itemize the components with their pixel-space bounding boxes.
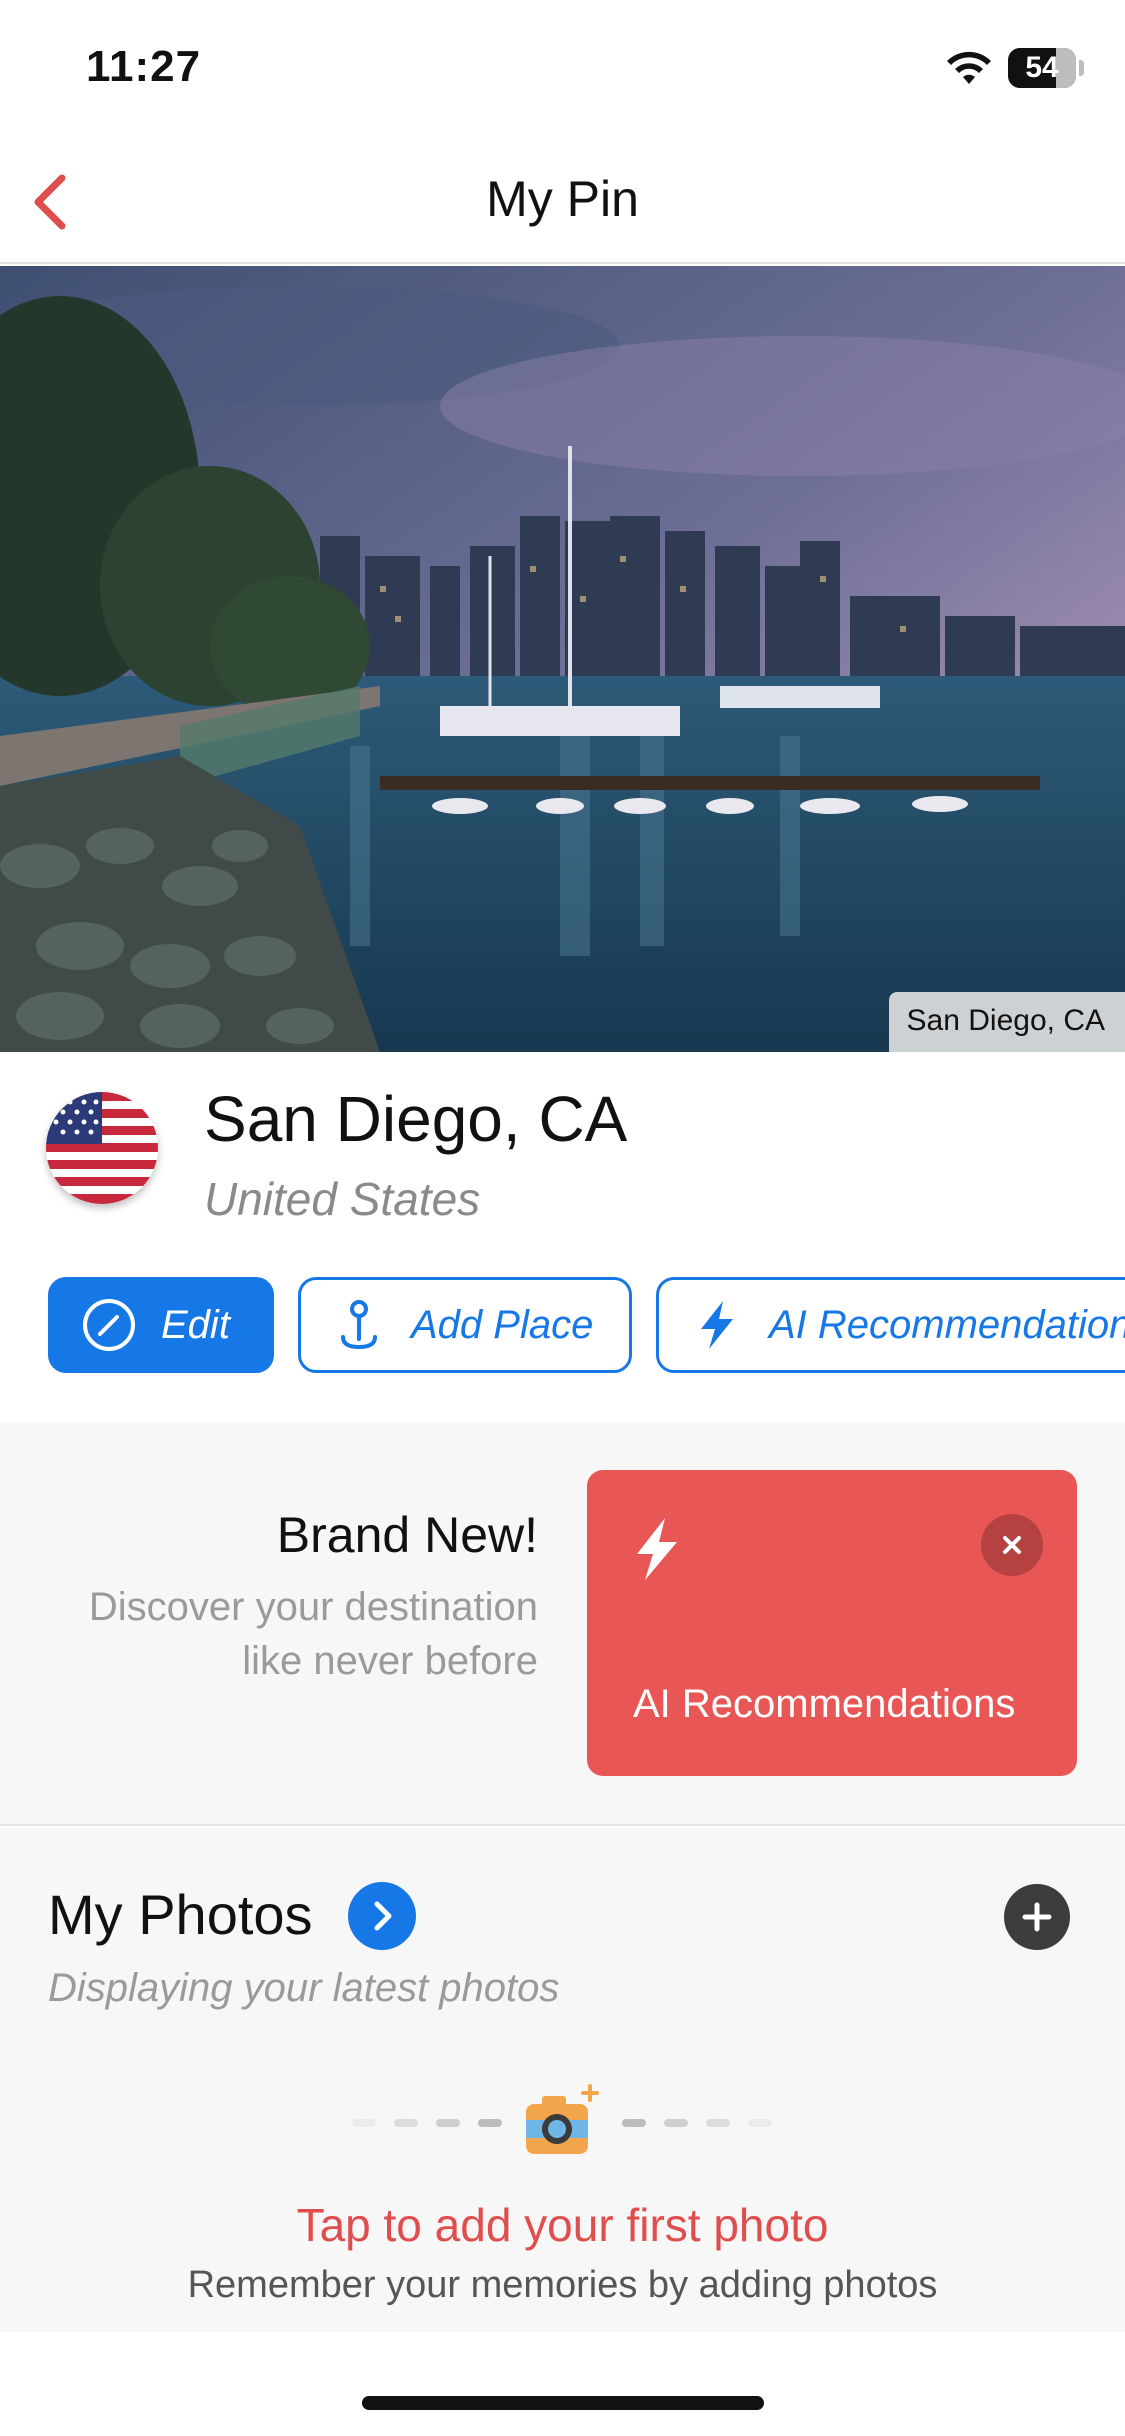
ai-recommendations-label: AI Recommendations [769,1302,1125,1347]
dash-decoration [706,2119,730,2127]
bolt-icon [637,1518,677,1580]
status-bar: 11:27 54 [0,0,1125,140]
pin-icon [331,1297,387,1353]
promo-card-label: AI Recommendations [633,1682,1016,1726]
city-harbor-photo [0,266,1125,1052]
place-name: San Diego, CA [204,1083,628,1155]
battery-tip [1079,60,1084,76]
add-photo-hint: Remember your memories by adding photos [187,2264,938,2306]
dash-decoration [622,2119,646,2127]
edit-button[interactable]: Edit [48,1277,274,1373]
add-first-photo-link[interactable]: Tap to add your first photo [0,2198,1125,2252]
nav-bar: My Pin [0,140,1125,264]
chevron-right-icon[interactable] [348,1882,416,1950]
home-indicator[interactable] [362,2396,764,2410]
promo-title: Brand New! [276,1507,538,1563]
place-country: United States [204,1173,481,1225]
action-bar: Edit Add Place AI Recommendations [48,1277,1125,1373]
battery-level: 54 [1025,51,1059,84]
close-icon[interactable] [981,1514,1043,1576]
us-flag-icon [46,1092,158,1204]
dash-decoration [394,2119,418,2127]
camera-icon [526,2084,599,2154]
dash-decoration [436,2119,460,2127]
wifi-icon [947,51,991,84]
dash-decoration [748,2119,772,2127]
dash-decoration [478,2119,502,2127]
photos-section: My Photos Displaying your latest photos [0,1828,1125,2332]
plus-icon[interactable] [1004,1884,1070,1950]
promo-section: Brand New! Discover your destination lik… [0,1422,1125,1826]
add-photo-graphic[interactable] [0,2082,1125,2162]
photos-title: My Photos [48,1883,313,1946]
add-place-label: Add Place [411,1302,594,1347]
pencil-circle-icon [81,1297,137,1353]
hero-caption: San Diego, CA [888,992,1125,1052]
dash-decoration [664,2119,688,2127]
dash-decoration [352,2119,376,2127]
add-place-button[interactable]: Add Place [298,1277,632,1373]
ai-recommendations-card[interactable]: AI Recommendations [587,1470,1077,1776]
ai-recommendations-button[interactable]: AI Recommendations [656,1277,1125,1373]
photos-subtitle: Displaying your latest photos [48,1966,560,2010]
hero-image: San Diego, CA [0,266,1125,1052]
bolt-icon [689,1297,745,1353]
page-title: My Pin [486,171,639,227]
battery-icon: 54 [1008,48,1076,88]
status-time: 11:27 [86,42,202,91]
promo-description: Discover your destination like never bef… [88,1585,538,1683]
edit-label: Edit [161,1302,230,1347]
